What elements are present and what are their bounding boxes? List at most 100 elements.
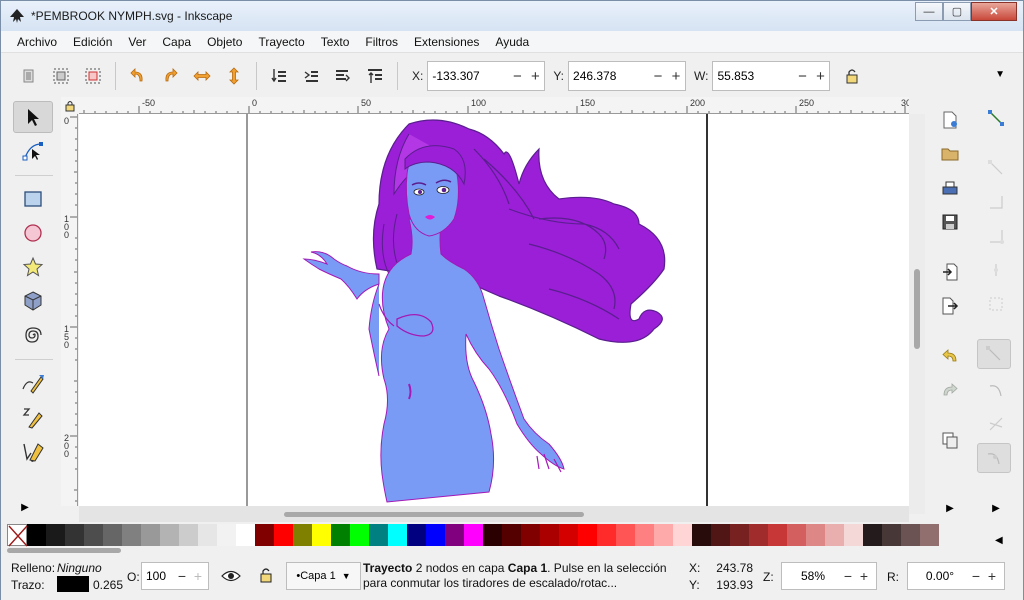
current-layer-dropdown[interactable]: •Capa 1 ▼ — [286, 562, 361, 590]
horizontal-scroll-thumb[interactable] — [284, 512, 584, 517]
pen-tool[interactable] — [13, 401, 53, 433]
color-swatch[interactable] — [445, 524, 464, 546]
color-swatch[interactable] — [217, 524, 236, 546]
color-swatch[interactable] — [559, 524, 578, 546]
rotation-field[interactable]: 0.00° — [908, 569, 968, 583]
menu-extensiones[interactable]: Extensiones — [406, 35, 487, 49]
color-swatch[interactable] — [540, 524, 559, 546]
flip-vertical-button[interactable] — [218, 60, 250, 92]
color-swatch[interactable] — [635, 524, 654, 546]
color-swatch[interactable] — [920, 524, 939, 546]
snap-bbox-corner-button[interactable] — [979, 221, 1013, 251]
color-swatch[interactable] — [654, 524, 673, 546]
zoom-out-button[interactable]: − — [840, 568, 856, 584]
no-paint-swatch[interactable] — [7, 524, 28, 547]
selector-tool[interactable] — [13, 101, 53, 133]
color-swatch[interactable] — [730, 524, 749, 546]
menu-filtros[interactable]: Filtros — [357, 35, 406, 49]
color-swatch[interactable] — [141, 524, 160, 546]
color-swatch[interactable] — [46, 524, 65, 546]
color-swatch[interactable] — [388, 524, 407, 546]
color-swatch[interactable] — [616, 524, 635, 546]
color-swatch[interactable] — [692, 524, 711, 546]
color-swatch[interactable] — [27, 524, 46, 546]
color-swatch[interactable] — [578, 524, 597, 546]
undo-button[interactable] — [933, 341, 967, 371]
snap-expand-button[interactable]: ▶ — [979, 493, 1013, 523]
x-decrement-button[interactable]: − — [508, 68, 526, 85]
duplicate-button[interactable] — [933, 425, 967, 455]
flip-horizontal-button[interactable] — [186, 60, 218, 92]
color-swatch[interactable] — [312, 524, 331, 546]
star-tool[interactable] — [13, 251, 53, 283]
color-swatch[interactable] — [711, 524, 730, 546]
snap-bbox-midpoint-button[interactable] — [979, 255, 1013, 285]
opacity-increment-button[interactable]: + — [190, 568, 206, 584]
rectangle-tool[interactable] — [13, 183, 53, 215]
lower-button[interactable] — [295, 60, 327, 92]
color-swatch[interactable] — [597, 524, 616, 546]
snap-bbox-center-button[interactable] — [979, 289, 1013, 319]
y-field[interactable] — [569, 63, 650, 89]
snap-toggle-button[interactable] — [979, 103, 1013, 133]
color-swatch[interactable] — [274, 524, 293, 546]
color-swatch[interactable] — [806, 524, 825, 546]
rotate-cw-button[interactable] — [154, 60, 186, 92]
calligraphy-tool[interactable] — [13, 435, 53, 467]
menu-ayuda[interactable]: Ayuda — [487, 35, 537, 49]
color-swatch[interactable] — [673, 524, 692, 546]
color-swatch[interactable] — [65, 524, 84, 546]
lock-ratio-icon[interactable] — [844, 68, 860, 84]
save-button[interactable] — [933, 207, 967, 237]
menu-archivo[interactable]: Archivo — [9, 35, 65, 49]
color-swatch[interactable] — [122, 524, 141, 546]
print-button[interactable] — [933, 173, 967, 203]
color-swatch[interactable] — [521, 524, 540, 546]
pencil-tool[interactable] — [13, 367, 53, 399]
menu-texto[interactable]: Texto — [313, 35, 358, 49]
stroke-color-swatch[interactable] — [57, 576, 89, 592]
color-swatch[interactable] — [882, 524, 901, 546]
color-swatch[interactable] — [350, 524, 369, 546]
y-decrement-button[interactable]: − — [649, 68, 667, 85]
color-swatch[interactable] — [103, 524, 122, 546]
fill-value[interactable]: Ninguno — [57, 561, 102, 575]
vertical-scroll-thumb[interactable] — [914, 269, 920, 349]
toolbar-overflow-icon[interactable]: ▼ — [995, 69, 1005, 80]
maximize-button[interactable]: ▢ — [943, 2, 971, 21]
new-document-button[interactable] — [933, 105, 967, 135]
palette-menu-icon[interactable]: ◀ — [995, 535, 1003, 546]
color-swatch[interactable] — [160, 524, 179, 546]
zoom-field[interactable]: 58% — [782, 569, 840, 583]
minimize-button[interactable]: — — [915, 2, 943, 21]
layer-lock-icon[interactable] — [259, 567, 273, 583]
select-all-layers-button[interactable] — [45, 60, 77, 92]
rotate-increment-button[interactable]: + — [984, 568, 1000, 584]
snap-paths-button[interactable] — [979, 375, 1013, 405]
toolbox-expand-button[interactable]: ▶ — [13, 491, 37, 523]
raise-button[interactable] — [327, 60, 359, 92]
color-swatch[interactable] — [464, 524, 483, 546]
color-swatch[interactable] — [198, 524, 217, 546]
vertical-scrollbar[interactable] — [909, 114, 925, 514]
menu-ver[interactable]: Ver — [120, 35, 154, 49]
snap-nodes-button[interactable] — [977, 339, 1011, 369]
drawing-canvas[interactable] — [79, 114, 909, 506]
snap-intersections-button[interactable] — [979, 409, 1013, 439]
rotate-decrement-button[interactable]: − — [968, 568, 984, 584]
color-swatch[interactable] — [236, 524, 255, 546]
opacity-decrement-button[interactable]: − — [174, 568, 190, 584]
snap-bbox-button[interactable] — [979, 153, 1013, 183]
commands-expand-button[interactable]: ▶ — [933, 493, 967, 523]
eye-icon[interactable] — [221, 568, 241, 584]
color-swatch[interactable] — [407, 524, 426, 546]
ruler-lock-toggle[interactable] — [61, 97, 79, 114]
color-swatch[interactable] — [787, 524, 806, 546]
vertical-ruler[interactable]: 0 100 150 200 — [61, 114, 78, 506]
y-increment-button[interactable]: + — [667, 68, 685, 85]
redo-button[interactable] — [933, 375, 967, 405]
horizontal-ruler[interactable]: -50 0 50 100 150 200 250 30 — [79, 97, 909, 114]
color-swatch[interactable] — [426, 524, 445, 546]
stroke-width[interactable]: 0.265 — [93, 578, 123, 592]
lower-to-bottom-button[interactable] — [263, 60, 295, 92]
